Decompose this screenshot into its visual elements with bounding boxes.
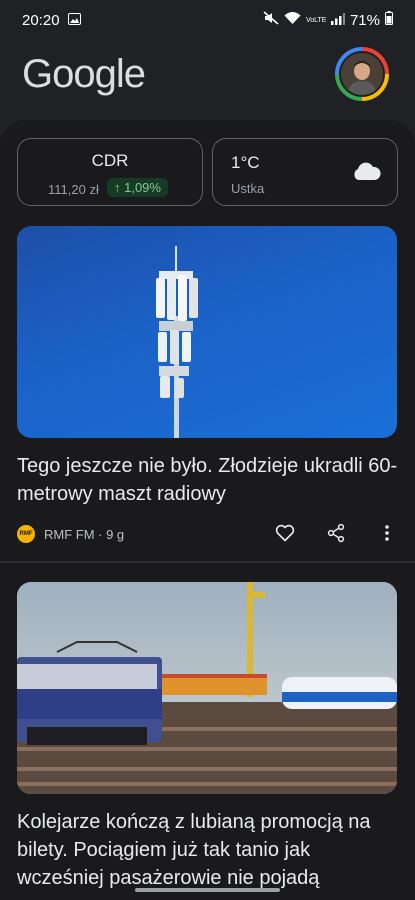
avatar-photo: [339, 51, 385, 97]
account-avatar[interactable]: [335, 47, 389, 101]
gesture-nav-bar[interactable]: [135, 888, 280, 892]
wifi-icon: [284, 11, 301, 29]
more-options-button[interactable]: [375, 522, 399, 546]
cloud-icon: [351, 161, 381, 181]
gallery-notification-icon: [67, 12, 81, 29]
discover-feed: CDR 111,20 zł ↑ 1,09% 1°C Ustka Tego jes…: [0, 120, 415, 900]
status-bar: 20:20 VoLTE 71%: [0, 0, 415, 40]
article-image[interactable]: [17, 582, 397, 794]
share-button[interactable]: [324, 522, 348, 546]
battery-icon: [385, 11, 393, 29]
stock-change-badge: ↑ 1,09%: [107, 178, 168, 197]
share-icon: [326, 523, 346, 546]
signal-icon: [330, 12, 345, 29]
status-time: 20:20: [22, 11, 60, 29]
more-vert-icon: [384, 524, 390, 545]
weather-card[interactable]: 1°C Ustka: [212, 138, 398, 206]
volte-icon: VoLTE: [305, 16, 327, 24]
status-left: 20:20: [22, 12, 81, 29]
heart-icon: [275, 524, 295, 545]
app-header: Google: [0, 40, 415, 120]
google-logo: Google: [22, 52, 146, 96]
stock-price: 111,20 zł: [48, 182, 99, 197]
article-source-row: RMF RMF FM · 9 g: [17, 522, 397, 546]
article-title[interactable]: Kolejarze kończą z lubianą promocją na b…: [17, 808, 402, 892]
battery-level: 71%: [349, 11, 380, 29]
rmf-logo-icon: RMF: [17, 525, 35, 543]
stock-symbol: CDR: [91, 151, 129, 170]
article-source: RMF FM · 9 g: [44, 526, 125, 542]
status-right: VoLTE 71%: [263, 11, 393, 29]
article-title[interactable]: Tego jeszcze nie było. Złodzieje ukradli…: [17, 452, 402, 508]
like-button[interactable]: [273, 522, 297, 546]
weather-location: Ustka: [231, 181, 265, 196]
weather-temperature: 1°C: [231, 153, 260, 172]
article-image[interactable]: [17, 226, 397, 438]
card-divider: [0, 561, 415, 563]
mute-icon: [263, 11, 279, 29]
stock-card[interactable]: CDR 111,20 zł ↑ 1,09%: [17, 138, 203, 206]
